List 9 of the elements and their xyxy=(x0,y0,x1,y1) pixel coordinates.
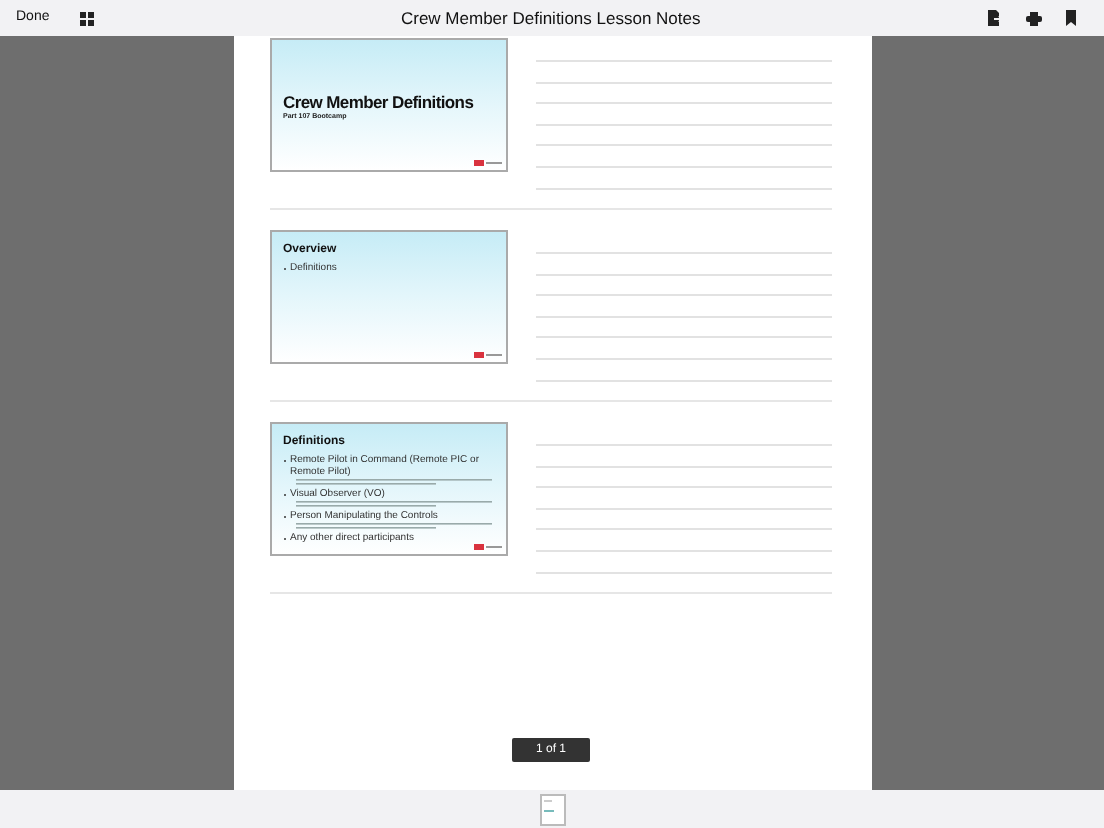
bookmark-icon[interactable] xyxy=(1066,10,1076,26)
export-icon[interactable] xyxy=(988,10,1002,26)
window-title: Crew Member Definitions Lesson Notes xyxy=(400,5,701,31)
logo-icon xyxy=(473,352,501,358)
logo-icon xyxy=(473,160,501,166)
grid-icon[interactable] xyxy=(79,11,94,25)
page-thumbnail-icon[interactable] xyxy=(539,793,565,825)
slide-title: Crew Member Definitions xyxy=(283,92,476,112)
logo-icon xyxy=(473,544,501,550)
